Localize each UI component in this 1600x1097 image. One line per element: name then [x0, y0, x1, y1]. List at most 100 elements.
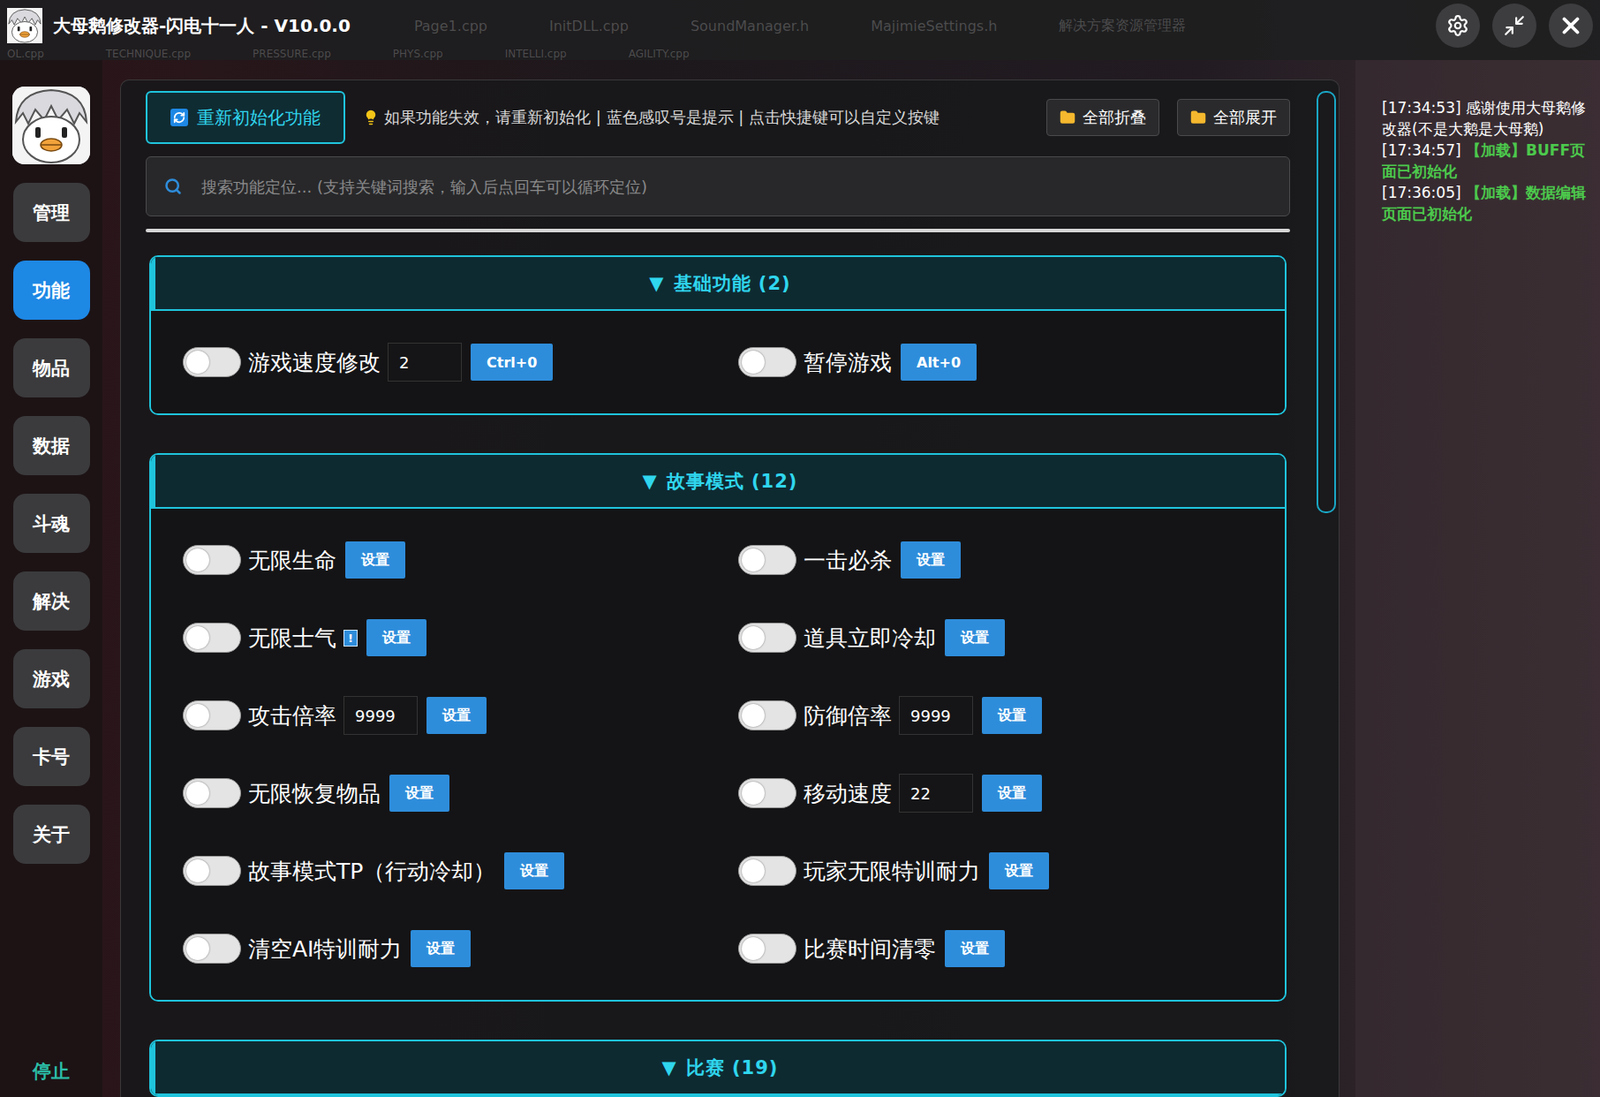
log-line: [17:34:57] 【加载】BUFF页面已初始化 [1381, 139, 1592, 182]
sidebar-item[interactable]: 数据 [13, 415, 91, 476]
feature-label: 一击必杀 [803, 545, 892, 575]
sidebar-item[interactable]: 斗魂 [13, 493, 91, 553]
search-input[interactable] [199, 176, 1272, 197]
feature-toggle[interactable] [738, 544, 797, 575]
value-input[interactable] [343, 695, 418, 735]
value-input[interactable] [898, 695, 974, 735]
feature-toggle[interactable] [738, 933, 797, 964]
goose-logo-icon [12, 86, 91, 165]
feature-toggle[interactable] [738, 700, 797, 731]
sidebar-item[interactable]: 卡号 [13, 726, 91, 786]
feature-row: 移动速度 设置 [738, 754, 1268, 832]
ghost-tab: PRESSURE.cpp [252, 47, 332, 61]
feature-row: 无限生命设置 [182, 520, 739, 599]
main-area: 重新初始化功能如果功能失效，请重新初始化 | 蓝色感叹号是提示 | 点击快捷键可… [102, 60, 1356, 1097]
collapse-all-button[interactable]: 全部折叠 [1046, 98, 1160, 136]
feature-label: 清空AI特训耐力 [248, 934, 402, 964]
log-line: [17:34:53] 感谢使用大母鹅修改器(不是大鹅是大母鹅) [1381, 97, 1592, 140]
sidebar-item[interactable]: 解决 [13, 571, 91, 631]
app-window: 大母鹅修改器-闪电十一人 - V10.0.0Page1.cppInitDLL.c… [0, 0, 1600, 1097]
close-button[interactable] [1548, 3, 1593, 48]
folder-icon [1059, 109, 1076, 126]
feature-button[interactable]: 设置 [944, 929, 1005, 967]
close-icon [1557, 12, 1585, 39]
feature-toggle[interactable] [182, 700, 242, 731]
window-title: 大母鹅修改器-闪电十一人 - V10.0.0 [52, 14, 351, 38]
feature-button[interactable]: 设置 [900, 541, 961, 579]
feature-label: 移动速度 [803, 778, 892, 808]
section-header[interactable]: ▼故事模式 (12) [150, 454, 1285, 509]
feature-toggle[interactable] [738, 855, 797, 886]
folder-icon [1190, 109, 1207, 126]
sidebar-item[interactable]: 游戏 [13, 649, 91, 709]
feature-label: 攻击倍率 [248, 701, 337, 731]
toolbar: 重新初始化功能如果功能失效，请重新初始化 | 蓝色感叹号是提示 | 点击快捷键可… [145, 90, 1291, 144]
feature-button[interactable]: 设置 [981, 696, 1042, 734]
section-header[interactable]: ▼比赛 (19) [150, 1041, 1285, 1095]
feature-toggle[interactable] [182, 933, 242, 964]
settings-button[interactable] [1435, 3, 1480, 48]
window-controls [1435, 3, 1593, 48]
expand-all-button[interactable]: 全部展开 [1177, 98, 1291, 136]
feature-button[interactable]: 设置 [345, 541, 406, 579]
scrollbar-thumb[interactable] [1316, 90, 1336, 514]
feature-panel: 重新初始化功能如果功能失效，请重新初始化 | 蓝色感叹号是提示 | 点击快捷键可… [120, 79, 1340, 1097]
value-input[interactable] [387, 342, 462, 382]
feature-label: 防御倍率 [803, 701, 892, 731]
feature-row: 道具立即冷却设置 [738, 598, 1268, 677]
ghost-tab: InitDLL.cpp [549, 17, 629, 35]
sidebar-item[interactable]: 物品 [13, 338, 91, 398]
feature-button[interactable]: 设置 [426, 696, 487, 734]
feature-toggle[interactable] [738, 777, 797, 808]
feature-row: 玩家无限特训耐力设置 [738, 831, 1268, 910]
feature-label: 无限士气 [248, 623, 337, 653]
feature-button[interactable]: 设置 [988, 852, 1050, 890]
feature-row: 比赛时间清零设置 [738, 909, 1268, 988]
log-line: [17:36:05] 【加载】数据编辑页面已初始化 [1381, 181, 1592, 225]
goose-logo-icon [7, 7, 43, 44]
feature-row: 无限恢复物品设置 [182, 754, 739, 832]
ghost-tab: PHYS.cpp [392, 47, 444, 61]
scrollbar [1316, 80, 1336, 1097]
feature-label: 比赛时间清零 [803, 934, 936, 964]
feature-toggle[interactable] [182, 622, 242, 653]
feature-toggle[interactable] [738, 622, 797, 653]
feature-section: ▼基础功能 (2)游戏速度修改Ctrl+0暂停游戏Alt+0 [149, 255, 1287, 416]
feature-toggle[interactable] [182, 777, 242, 808]
feature-button[interactable]: 设置 [944, 618, 1005, 657]
stop-button[interactable]: 停止 [27, 1057, 76, 1085]
feature-toggle[interactable] [738, 347, 797, 378]
feature-toggle[interactable] [182, 855, 242, 886]
hint-badge[interactable]: ! [343, 629, 358, 647]
gear-icon [1446, 14, 1470, 38]
feature-button[interactable]: 设置 [981, 774, 1042, 812]
feature-button[interactable]: 设置 [366, 618, 427, 657]
feature-section: ▼故事模式 (12)无限生命设置一击必杀设置无限士气!设置道具立即冷却设置攻击倍… [149, 452, 1287, 1002]
avatar [12, 86, 91, 165]
reinit-button[interactable]: 重新初始化功能 [145, 90, 346, 144]
ghost-tab: 解决方案资源管理器 [1058, 16, 1186, 36]
sidebar-item[interactable]: 管理 [13, 182, 91, 242]
feature-row: 攻击倍率 设置 [182, 676, 739, 755]
feature-label: 无限恢复物品 [248, 778, 381, 808]
feature-button[interactable]: 设置 [410, 929, 471, 967]
body: 管理功能物品数据斗魂解决游戏卡号关于停止重新初始化功能如果功能失效，请重新初始化… [0, 60, 1600, 1097]
ghost-tab: INTELLI.cpp [505, 47, 567, 61]
sidebar: 管理功能物品数据斗魂解决游戏卡号关于停止 [0, 60, 103, 1097]
ghost-tab: SoundManager.h [690, 17, 809, 35]
sidebar-item[interactable]: 功能 [13, 260, 91, 320]
hint-text: 如果功能失效，请重新初始化 | 蓝色感叹号是提示 | 点击快捷键可以自定义按键 [362, 106, 940, 129]
ghost-tabs: Page1.cppInitDLL.cppSoundManager.hMajimi… [414, 16, 1187, 36]
shrink-button[interactable] [1492, 3, 1537, 48]
value-input[interactable] [898, 773, 974, 813]
feature-button[interactable]: Ctrl+0 [470, 343, 553, 381]
feature-toggle[interactable] [182, 347, 242, 378]
feature-button[interactable]: 设置 [504, 852, 565, 890]
feature-row: 一击必杀设置 [738, 520, 1268, 599]
feature-toggle[interactable] [182, 544, 242, 575]
section-header[interactable]: ▼基础功能 (2) [150, 256, 1285, 311]
sidebar-item[interactable]: 关于 [13, 804, 91, 864]
feature-button[interactable]: 设置 [389, 774, 450, 812]
feature-button[interactable]: Alt+0 [900, 343, 977, 381]
feature-label: 无限生命 [248, 545, 337, 575]
